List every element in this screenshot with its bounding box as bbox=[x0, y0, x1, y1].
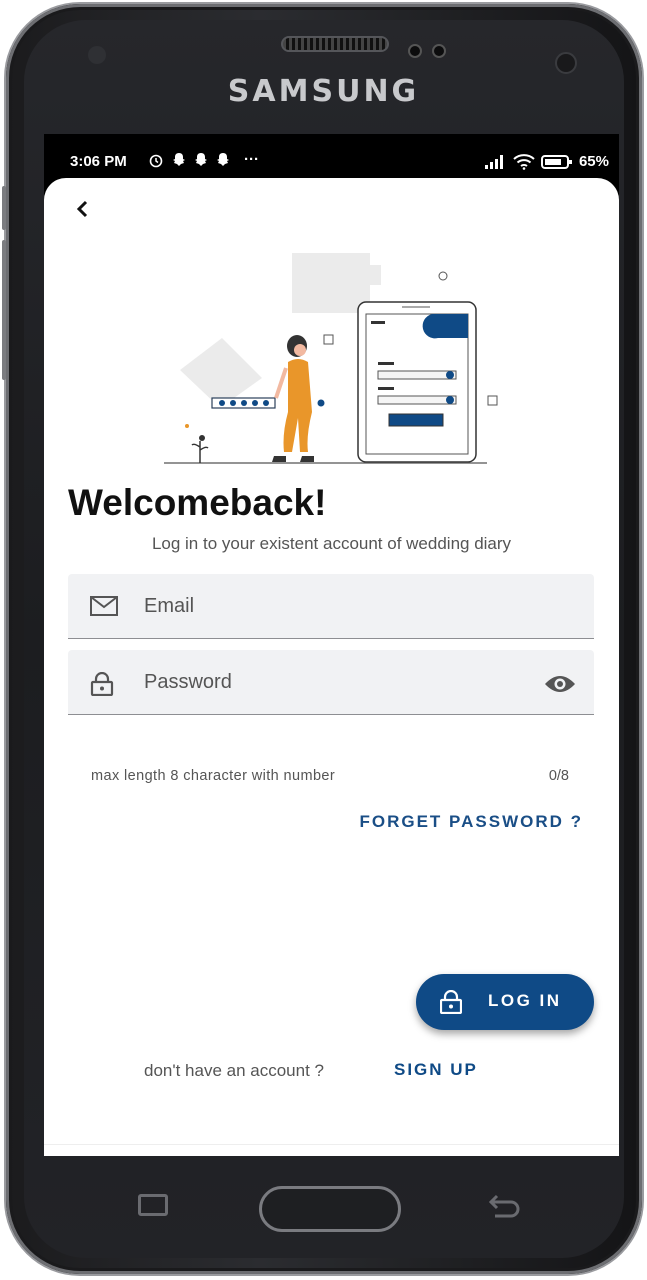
volume-button bbox=[2, 186, 6, 230]
lock-icon bbox=[90, 672, 114, 696]
battery-icon bbox=[540, 154, 572, 169]
signup-link[interactable]: SIGN UP bbox=[394, 1060, 478, 1080]
status-bar: 3:06 PM ··· 65% bbox=[44, 134, 619, 180]
battery-percent: 65% bbox=[578, 153, 609, 170]
proximity-sensor bbox=[88, 46, 106, 64]
password-field[interactable]: Password bbox=[68, 650, 594, 715]
screen: 3:06 PM ··· 65% Welcomeback! Log in to y… bbox=[44, 134, 619, 1156]
password-placeholder: Password bbox=[144, 671, 232, 693]
mail-icon bbox=[90, 596, 118, 616]
notification-icons: ··· bbox=[148, 151, 259, 168]
alarm-icon bbox=[149, 154, 163, 167]
snapchat-icon bbox=[217, 152, 229, 166]
page-title: Welcomeback! bbox=[68, 482, 327, 523]
hardware-back-icon bbox=[488, 1194, 520, 1218]
email-field[interactable]: Email bbox=[68, 574, 594, 639]
page-subtitle: Log in to your existent account of weddi… bbox=[151, 534, 512, 553]
side-button bbox=[2, 240, 6, 380]
more-notifications-icon: ··· bbox=[244, 151, 259, 168]
status-right: 65% bbox=[484, 153, 609, 170]
brand-logo: SAMSUNG bbox=[227, 74, 420, 109]
password-helper-text: max length 8 character with number bbox=[91, 768, 336, 784]
eye-icon[interactable] bbox=[544, 674, 576, 694]
status-time: 3:06 PM bbox=[70, 153, 127, 170]
login-button-label: LOG IN bbox=[488, 991, 562, 1010]
login-button[interactable]: LOG IN bbox=[416, 974, 594, 1030]
sensor-dot bbox=[408, 44, 422, 58]
hardware-home-button bbox=[259, 1186, 401, 1232]
email-placeholder: Email bbox=[144, 595, 195, 617]
signal-icon bbox=[484, 154, 503, 169]
login-sheet: Welcomeback! Log in to your existent acc… bbox=[44, 178, 619, 1156]
system-nav-bar bbox=[44, 1144, 619, 1156]
snapchat-icon bbox=[173, 152, 185, 166]
snapchat-icon bbox=[195, 152, 207, 166]
wifi-icon bbox=[513, 153, 535, 170]
forget-password-link[interactable]: FORGET PASSWORD ? bbox=[359, 812, 583, 832]
password-char-counter: 0/8 bbox=[548, 768, 569, 784]
login-illustration bbox=[164, 253, 498, 464]
earpiece-speaker bbox=[281, 36, 389, 52]
no-account-text: don't have an account ? bbox=[144, 1061, 324, 1080]
front-camera bbox=[555, 52, 577, 74]
sensor-dot bbox=[432, 44, 446, 58]
chevron-left-icon[interactable] bbox=[76, 200, 90, 218]
hardware-recents-icon bbox=[138, 1194, 168, 1216]
lock-icon bbox=[440, 990, 462, 1014]
